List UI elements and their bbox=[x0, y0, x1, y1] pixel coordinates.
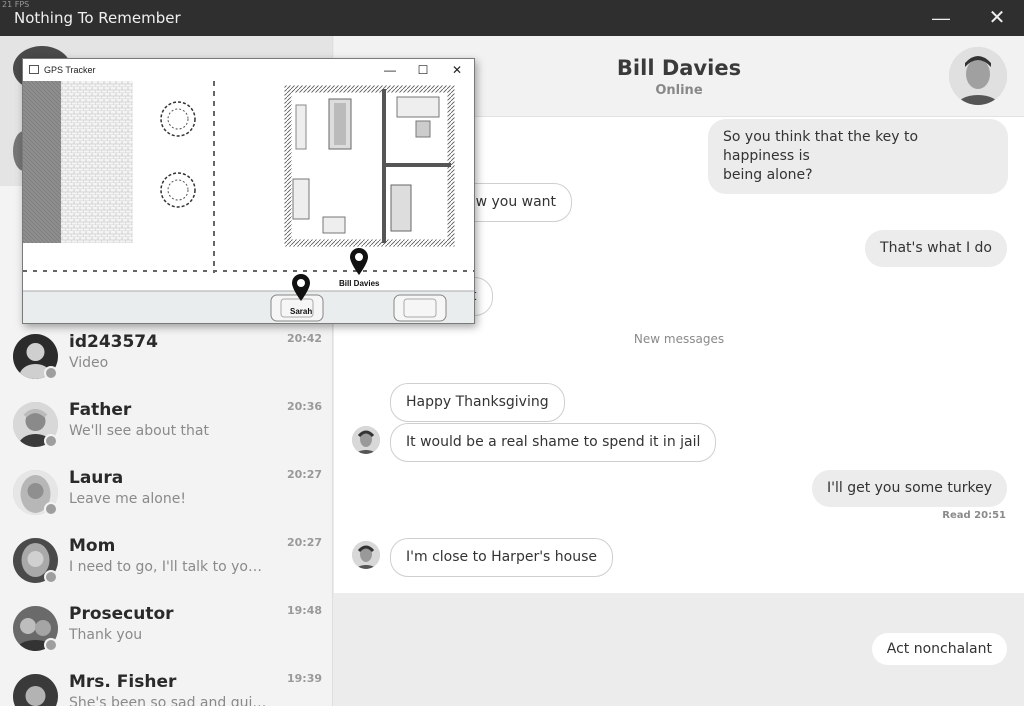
message-bubble-outgoing: That's what I do bbox=[865, 230, 1007, 267]
message-bubble-incoming: Happy Thanksgiving bbox=[390, 383, 565, 422]
gps-title-bar[interactable]: GPS Tracker — ☐ ✕ bbox=[23, 59, 474, 81]
pin-label: Sarah bbox=[290, 307, 313, 316]
app-title: Nothing To Remember bbox=[14, 9, 181, 27]
message-text: Happy Thanksgiving bbox=[406, 394, 549, 410]
contact-item-mom[interactable]: Mom I need to go, I'll talk to you... 20… bbox=[0, 528, 332, 596]
portrait-icon bbox=[949, 47, 1007, 105]
fps-counter: 21 FPS bbox=[2, 0, 30, 9]
gps-minimize-button[interactable]: — bbox=[380, 61, 400, 79]
message-text: I'll get you some turkey bbox=[826, 480, 992, 496]
contact-preview: I need to go, I'll talk to you... bbox=[69, 559, 269, 575]
message-bubble-outgoing: I'll get you some turkey bbox=[811, 470, 1007, 507]
message-text: I'm close to Harper's house bbox=[406, 549, 598, 565]
contact-time: 20:27 bbox=[286, 536, 322, 549]
pin-label: Bill Davies bbox=[339, 279, 380, 288]
contact-preview: Leave me alone! bbox=[69, 491, 186, 507]
contact-preview: She's been so sad and quie... bbox=[69, 695, 269, 706]
map-canvas bbox=[23, 81, 474, 323]
sender-avatar bbox=[352, 541, 380, 569]
chat-contact-avatar[interactable] bbox=[949, 47, 1007, 105]
contact-name: Laura bbox=[69, 468, 124, 488]
sender-avatar bbox=[352, 426, 380, 454]
message-text: ow you want bbox=[467, 194, 557, 210]
status-dot bbox=[44, 434, 58, 448]
message-bubble-incoming: It would be a real shame to spend it in … bbox=[390, 423, 717, 462]
new-messages-divider: New messages bbox=[633, 332, 725, 346]
contact-name: Mom bbox=[69, 536, 116, 556]
contact-preview: Video bbox=[69, 355, 109, 371]
contact-item-father[interactable]: Father We'll see about that 20:36 bbox=[0, 392, 332, 460]
contact-name: Prosecutor bbox=[69, 604, 174, 624]
contact-time: 20:36 bbox=[286, 400, 322, 413]
contact-name: Father bbox=[69, 400, 132, 420]
close-button[interactable]: ✕ bbox=[984, 6, 1010, 30]
status-dot bbox=[44, 638, 58, 652]
contact-time: 19:39 bbox=[286, 672, 322, 685]
contact-name: Mrs. Fisher bbox=[69, 672, 177, 692]
message-text: It would be a real shame to spend it in … bbox=[406, 434, 701, 450]
status-dot bbox=[44, 502, 58, 516]
message-text: That's what I do bbox=[880, 240, 992, 256]
contact-preview: Thank you bbox=[69, 627, 143, 643]
gps-window-title: GPS Tracker bbox=[44, 65, 96, 75]
message-bubble-incoming: I'm close to Harper's house bbox=[390, 538, 614, 577]
message-text: being alone? bbox=[723, 167, 813, 183]
gps-close-button[interactable]: ✕ bbox=[447, 61, 467, 79]
status-dot bbox=[44, 366, 58, 380]
contact-preview: We'll see about that bbox=[69, 423, 209, 439]
contact-item-id243574[interactable]: id243574 Video 20:42 bbox=[0, 324, 332, 392]
contact-item-laura[interactable]: Laura Leave me alone! 20:27 bbox=[0, 460, 332, 528]
contact-item-mrs-fisher[interactable]: Mrs. Fisher She's been so sad and quie..… bbox=[0, 664, 332, 706]
message-text: So you think that the key to happiness i… bbox=[723, 129, 919, 164]
minimize-button[interactable]: — bbox=[928, 6, 954, 30]
app-icon bbox=[29, 65, 39, 74]
reply-option-button[interactable]: Act nonchalant bbox=[871, 633, 1007, 665]
gps-map[interactable]: Bill Davies Sarah bbox=[23, 81, 474, 323]
contact-item-prosecutor[interactable]: Prosecutor Thank you 19:48 bbox=[0, 596, 332, 664]
portrait-icon bbox=[352, 426, 380, 454]
title-bar: 21 FPS Nothing To Remember — ✕ bbox=[0, 0, 1024, 36]
portrait-icon bbox=[352, 541, 380, 569]
location-pin-icon[interactable] bbox=[349, 248, 369, 276]
gps-tracker-window[interactable]: GPS Tracker — ☐ ✕ Bill Davies Sarah bbox=[22, 58, 475, 324]
gps-maximize-button[interactable]: ☐ bbox=[413, 61, 433, 79]
read-receipt: Read 20:51 bbox=[942, 510, 1006, 521]
contact-time: 20:42 bbox=[286, 332, 322, 345]
message-bubble-outgoing: So you think that the key to happiness i… bbox=[708, 119, 1008, 194]
status-dot bbox=[44, 570, 58, 584]
avatar bbox=[13, 674, 58, 706]
contact-time: 20:27 bbox=[286, 468, 322, 481]
contact-time: 19:48 bbox=[286, 604, 322, 617]
location-pin-icon[interactable] bbox=[291, 274, 311, 302]
reply-options-area: Act nonchalant bbox=[334, 593, 1024, 706]
contact-name: id243574 bbox=[69, 332, 158, 352]
portrait-icon bbox=[13, 674, 58, 706]
